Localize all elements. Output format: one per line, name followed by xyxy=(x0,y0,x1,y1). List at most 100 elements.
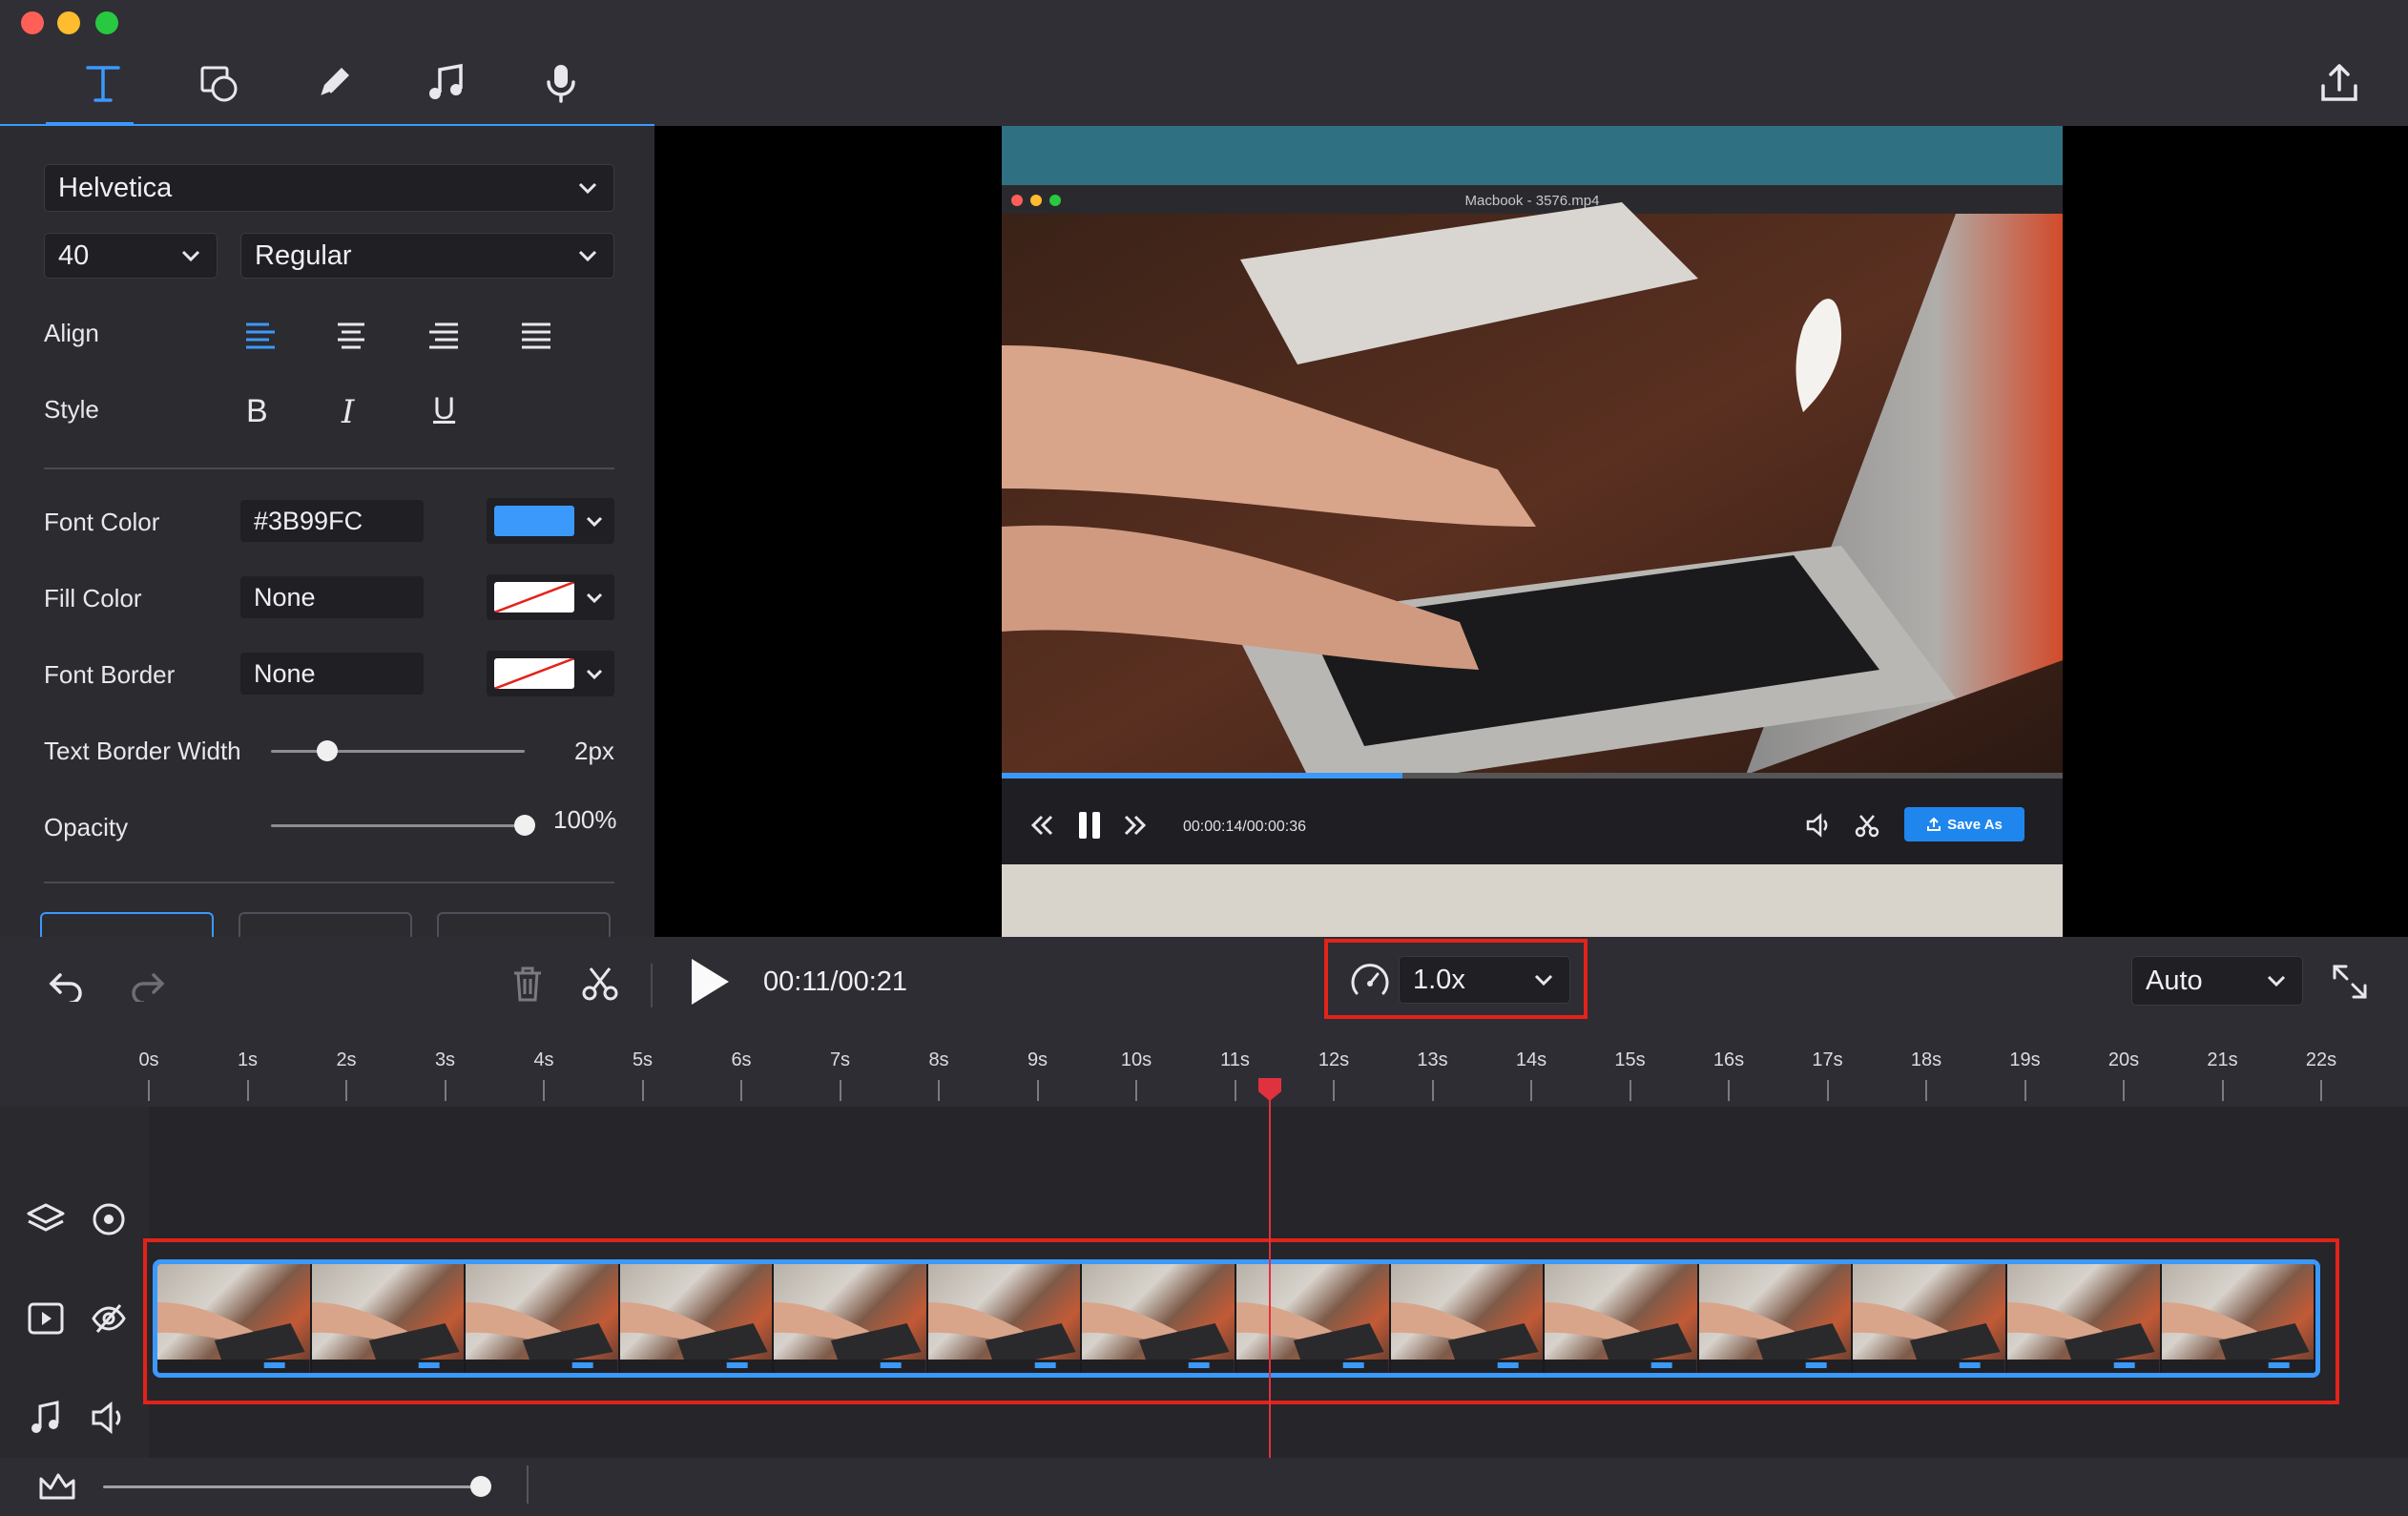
video-pause-icon[interactable] xyxy=(1074,809,1107,841)
split-button[interactable] xyxy=(576,960,624,1007)
zoom-bar-divider xyxy=(527,1465,529,1504)
ruler-tick-label: 14s xyxy=(1515,1049,1547,1070)
ruler-tick-label: 11s xyxy=(1220,1049,1250,1070)
window-zoom-button[interactable] xyxy=(95,11,118,34)
fill-color-label: Fill Color xyxy=(44,584,142,613)
delete-button[interactable] xyxy=(504,960,551,1007)
font-border-picker[interactable] xyxy=(487,651,614,696)
opacity-track[interactable] xyxy=(271,824,525,827)
layers-button[interactable] xyxy=(25,1198,67,1240)
clip-thumbnail xyxy=(1082,1264,1237,1373)
ruler-tick xyxy=(641,1080,644,1101)
align-left-button[interactable] xyxy=(240,319,279,353)
video-rewind-icon[interactable] xyxy=(1030,813,1055,838)
ruler-tick-label: 5s xyxy=(632,1049,654,1070)
fill-color-picker[interactable] xyxy=(487,574,614,620)
shape-tool-button[interactable] xyxy=(181,50,258,116)
chevron-down-icon xyxy=(578,182,597,195)
fill-color-field[interactable]: None xyxy=(240,576,424,618)
eye-icon xyxy=(93,1203,125,1236)
audio-track-button[interactable] xyxy=(25,1397,67,1439)
chevron-down-icon xyxy=(181,250,200,262)
font-weight-select[interactable]: Regular xyxy=(240,233,614,279)
clip-thumbnail xyxy=(619,1264,775,1373)
align-center-button[interactable] xyxy=(332,319,370,353)
clip-thumbnail xyxy=(927,1264,1083,1373)
play-button[interactable] xyxy=(683,956,735,1007)
video-forward-icon[interactable] xyxy=(1122,813,1147,838)
window-minimize-button[interactable] xyxy=(57,11,80,34)
video-track-hide-button[interactable] xyxy=(88,1298,130,1339)
time-ruler[interactable] xyxy=(0,1038,2408,1107)
audio-mute-button[interactable] xyxy=(88,1397,130,1439)
font-family-select[interactable]: Helvetica xyxy=(44,164,614,212)
text-border-width-knob[interactable] xyxy=(316,740,338,761)
italic-button[interactable]: I xyxy=(342,393,354,431)
timeline-zoom-knob[interactable] xyxy=(469,1476,491,1497)
font-size-select[interactable]: 40 xyxy=(44,233,218,279)
fullscreen-button[interactable] xyxy=(2328,960,2372,1004)
bold-button[interactable]: B xyxy=(246,393,268,430)
video-clip[interactable] xyxy=(153,1259,2320,1378)
ruler-tick-label: 22s xyxy=(2305,1049,2337,1070)
font-border-field[interactable]: None xyxy=(240,653,424,695)
undo-button[interactable] xyxy=(42,962,90,1009)
timeline-zoom-track[interactable] xyxy=(103,1485,488,1488)
current-time-display: 00:11/00:21 xyxy=(763,966,908,997)
zoom-mode-select[interactable]: Auto xyxy=(2131,956,2303,1006)
preset-button-1[interactable] xyxy=(40,912,214,937)
overlay-visibility-button[interactable] xyxy=(88,1198,130,1240)
redo-button[interactable] xyxy=(124,962,172,1009)
playback-control-bar xyxy=(0,937,2408,1038)
pen-tool-button[interactable] xyxy=(296,50,372,116)
chevron-down-icon xyxy=(578,250,597,262)
ruler-tick xyxy=(1629,1080,1631,1101)
video-frame[interactable]: Macbook - 3576.mp4 00:00:14/00:00:36 Sav… xyxy=(1002,126,2063,937)
ruler-tick xyxy=(148,1080,150,1101)
video-save-as-button[interactable]: Save As xyxy=(1904,807,2024,841)
speed-icon-button[interactable] xyxy=(1347,960,1393,1002)
ruler-tick xyxy=(1234,1080,1236,1101)
font-weight-value: Regular xyxy=(255,239,352,271)
toolbar-divider xyxy=(651,964,653,1007)
playhead-handle[interactable] xyxy=(1256,1076,1283,1103)
preset-button-2[interactable] xyxy=(239,912,412,937)
underline-button[interactable]: U xyxy=(433,391,455,426)
video-scissors-icon[interactable] xyxy=(1855,813,1879,838)
opacity-knob[interactable] xyxy=(514,815,535,836)
music-tool-button[interactable] xyxy=(408,50,485,116)
export-button[interactable] xyxy=(2301,50,2377,116)
style-label: Style xyxy=(44,395,99,424)
clip-thumbnail xyxy=(774,1264,928,1373)
ruler-tick xyxy=(1728,1080,1730,1101)
video-track-button[interactable] xyxy=(25,1298,67,1339)
save-as-label: Save As xyxy=(1947,816,2003,833)
ruler-tick xyxy=(839,1080,841,1101)
font-color-picker[interactable] xyxy=(487,498,614,544)
ruler-tick-label: 19s xyxy=(2009,1049,2041,1070)
video-volume-icon[interactable] xyxy=(1805,813,1832,838)
speed-select[interactable]: 1.0x xyxy=(1399,956,1570,1004)
no-color-swatch-icon xyxy=(494,582,574,613)
text-border-width-track[interactable] xyxy=(271,750,525,753)
ruler-tick-label: 12s xyxy=(1318,1049,1350,1070)
ruler-tick xyxy=(543,1080,545,1101)
preset-button-3[interactable] xyxy=(437,912,611,937)
align-right-button[interactable] xyxy=(426,319,464,353)
text-tool-button[interactable] xyxy=(65,50,141,116)
font-color-field[interactable]: #3B99FC xyxy=(240,500,424,542)
window-close-button[interactable] xyxy=(21,11,44,34)
opacity-value: 100% xyxy=(553,805,617,834)
ruler-tick xyxy=(2320,1080,2322,1101)
chevron-down-icon xyxy=(586,516,603,528)
clip-thumbnail xyxy=(1390,1264,1546,1373)
zoom-icon-button[interactable] xyxy=(38,1469,76,1502)
align-justify-button[interactable] xyxy=(517,319,555,353)
record-tool-button[interactable] xyxy=(523,50,599,116)
panel-divider xyxy=(44,882,614,883)
layers-icon xyxy=(27,1203,65,1232)
ruler-tick-label: 18s xyxy=(1910,1049,1942,1070)
no-color-swatch-icon xyxy=(494,658,574,689)
clip-thumbnail xyxy=(1853,1264,2007,1373)
microphone-icon xyxy=(547,65,575,103)
